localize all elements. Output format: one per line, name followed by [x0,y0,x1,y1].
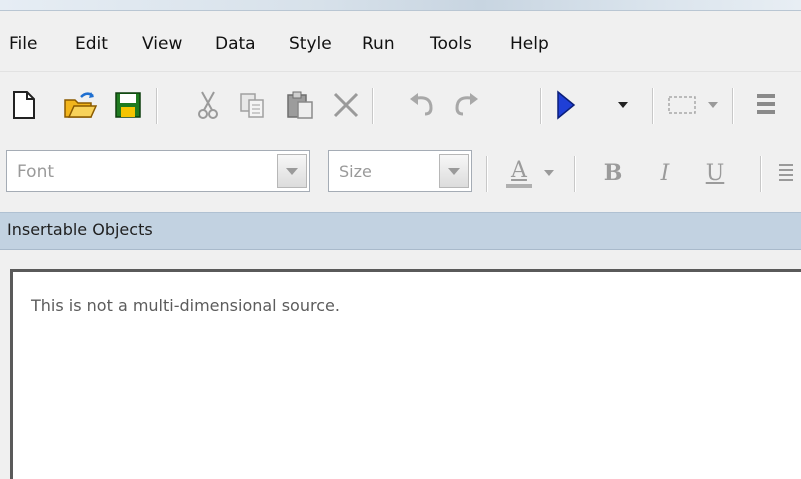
chevron-down-icon [544,170,554,176]
delete-icon [333,92,359,118]
cut-button[interactable] [190,88,226,122]
toolbar-separator [540,88,542,124]
chevron-down-icon [286,167,298,175]
source-message: This is not a multi-dimensional source. [31,296,340,315]
underline-button[interactable]: U [700,156,730,190]
menu-tools[interactable]: Tools [430,34,472,54]
select-region-icon [668,96,696,114]
toolbar-separator [574,156,576,192]
paste-icon [287,91,313,119]
toolbar-separator [652,88,654,124]
run-dropdown-button[interactable] [616,88,630,122]
paste-button[interactable] [282,88,318,122]
italic-button[interactable]: I [650,156,680,190]
bold-button[interactable]: B [598,156,628,190]
menu-view[interactable]: View [142,34,182,54]
toolbar-separator [486,156,488,192]
run-button[interactable] [548,88,584,122]
select-region-dropdown[interactable] [706,88,720,122]
underline-label: U [705,160,725,186]
insertable-objects-header: Insertable Objects [0,212,801,250]
select-region-button[interactable] [664,88,700,122]
panel-title: Insertable Objects [7,220,153,239]
window-title-strip [0,0,801,11]
toolbar-separator [372,88,374,124]
formatting-toolbar: Font Size A B I U [0,138,801,210]
align-icon [757,94,775,114]
menu-run[interactable]: Run [362,34,395,54]
size-dropdown-button[interactable] [439,154,469,188]
toolbar-separator [732,88,734,124]
align-left-icon [779,164,793,181]
redo-icon [455,93,478,116]
undo-icon [410,93,433,116]
undo-button[interactable] [404,88,440,122]
font-dropdown-button[interactable] [277,154,307,188]
copy-button[interactable] [234,88,270,122]
save-button[interactable] [110,88,146,122]
cut-icon [198,91,218,119]
menu-edit[interactable]: Edit [75,34,108,54]
save-icon [115,92,141,118]
open-button[interactable] [62,88,98,122]
menu-data[interactable]: Data [215,34,256,54]
chevron-down-icon [618,102,628,108]
font-color-dropdown[interactable] [542,156,556,190]
font-placeholder: Font [17,162,55,182]
menu-file[interactable]: File [9,34,37,54]
align-button[interactable] [748,88,784,122]
align-left-button[interactable] [770,156,800,190]
font-combobox[interactable]: Font [6,150,310,192]
toolbar-separator [156,88,158,124]
copy-icon [240,93,264,118]
new-document-button[interactable] [6,88,42,122]
chevron-down-icon [708,102,718,108]
menu-bar: File Edit View Data Style Run Tools Help [0,11,801,72]
standard-toolbar [0,72,801,136]
font-color-label: A [511,158,527,183]
size-placeholder: Size [339,162,372,181]
run-icon [557,90,576,120]
delete-button[interactable] [328,88,364,122]
font-color-button[interactable]: A [500,156,538,190]
menu-help[interactable]: Help [510,34,549,54]
new-document-icon [13,91,35,119]
redo-button[interactable] [448,88,484,122]
insertable-objects-pane: This is not a multi-dimensional source. [10,269,801,479]
size-combobox[interactable]: Size [328,150,472,192]
chevron-down-icon [448,167,460,175]
menu-style[interactable]: Style [289,34,332,54]
bold-label: B [603,160,623,186]
open-folder-icon [64,92,97,118]
italic-label: I [660,160,670,186]
font-color-swatch [506,184,532,188]
toolbar-separator [760,156,762,192]
